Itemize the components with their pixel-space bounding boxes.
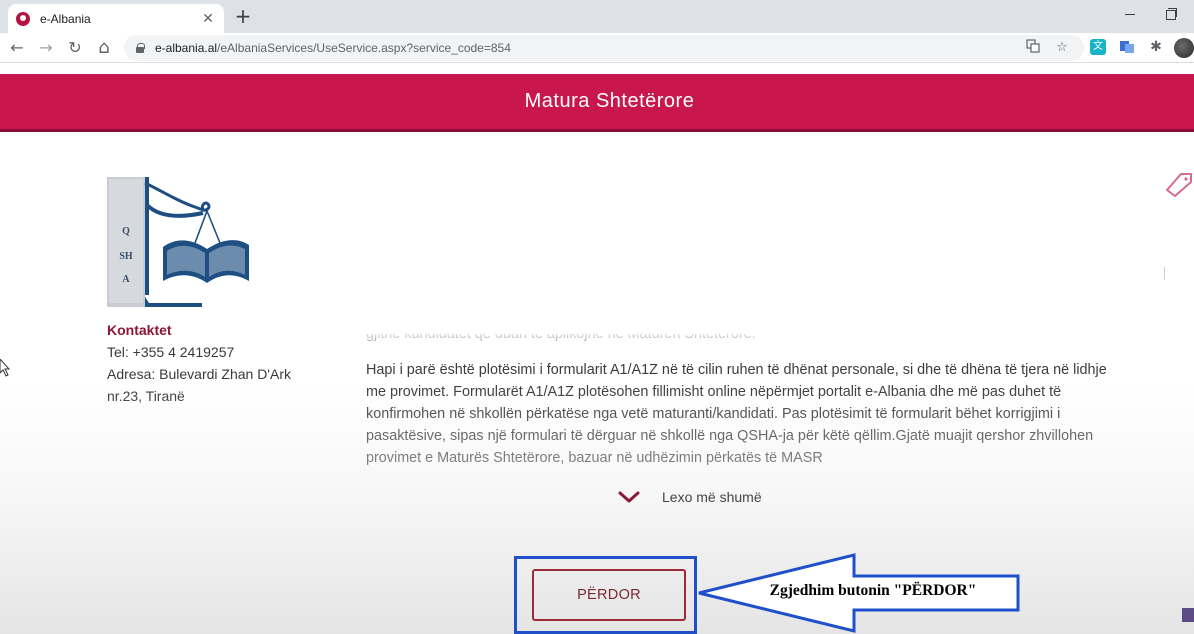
close-icon[interactable]: ✕	[200, 11, 216, 27]
tab-title: e-Albania	[40, 11, 91, 26]
browser-tab[interactable]: e-Albania ✕	[8, 4, 224, 33]
url-text[interactable]: e-albania.al/eAlbaniaServices/UseService…	[155, 41, 511, 55]
favicon-icon	[16, 11, 30, 26]
service-header: Matura Shtetërore	[0, 74, 1194, 132]
restore-icon[interactable]	[1164, 6, 1178, 20]
logo-letter-q: Q	[122, 226, 130, 237]
forward-button[interactable]: →	[35, 37, 57, 59]
minimize-icon[interactable]	[1122, 6, 1138, 22]
logo-letter-a: A	[122, 274, 130, 285]
extension-translate-icon[interactable]: 文	[1090, 39, 1106, 55]
url-domain: e-albania.al	[155, 41, 218, 55]
contact-address-line1: Adresa: Bulevardi Zhan D'Ark	[107, 366, 291, 382]
annotation-text: Zgjedhim butonin "PËRDOR"	[769, 582, 977, 599]
contacts-heading: Kontaktet	[107, 322, 172, 338]
browser-tabstrip: e-Albania ✕ +	[0, 0, 1194, 33]
new-tab-button[interactable]: +	[233, 5, 253, 27]
translate-icon[interactable]	[1024, 39, 1042, 57]
read-more-label: Lexo më shumë	[662, 489, 762, 505]
description-paragraph: Hapi i parë është plotësimi i formularit…	[366, 362, 1107, 466]
chevron-down-icon	[618, 491, 640, 503]
read-more-toggle[interactable]: Lexo më shumë	[617, 489, 762, 505]
profile-avatar[interactable]	[1174, 38, 1194, 58]
extensions-puzzle-icon[interactable]: ✱	[1148, 39, 1164, 55]
page-content: Matura Shtetërore Q SH A Kontaktet Tel: …	[0, 64, 1194, 634]
scroll-marker	[1164, 267, 1165, 280]
qsha-logo: Q SH A	[107, 177, 249, 307]
description-paragraph-clipped: gjithë kandidatët që duan të aplikojnë n…	[366, 334, 756, 342]
extension-reader-icon[interactable]	[1119, 39, 1135, 55]
service-description: gjithë kandidatët që duan të aplikojnë n…	[366, 334, 1116, 500]
url-path: /eAlbaniaServices/UseService.aspx?servic…	[217, 41, 511, 55]
reload-button[interactable]: ↻	[64, 37, 86, 59]
browser-toolbar: ← → ↻ ⌂ e-albania.al/eAlbaniaServices/Us…	[0, 33, 1194, 63]
annotation-highlight-box	[514, 556, 697, 634]
mouse-cursor-icon	[0, 359, 10, 377]
lock-icon[interactable]	[136, 43, 145, 53]
contact-address-line2: nr.23, Tiranë	[107, 388, 185, 404]
contact-phone: Tel: +355 4 2419257	[107, 344, 235, 360]
star-icon[interactable]: ☆	[1053, 39, 1071, 57]
page-title: Matura Shtetërore	[524, 90, 695, 112]
back-button[interactable]: ←	[6, 37, 28, 59]
side-widget[interactable]	[1182, 608, 1194, 622]
address-bar[interactable]: e-albania.al/eAlbaniaServices/UseService…	[124, 35, 1084, 61]
logo-letter-sh: SH	[119, 251, 133, 262]
bookmark-tag-icon[interactable]	[1163, 168, 1194, 198]
home-button[interactable]: ⌂	[93, 37, 115, 59]
